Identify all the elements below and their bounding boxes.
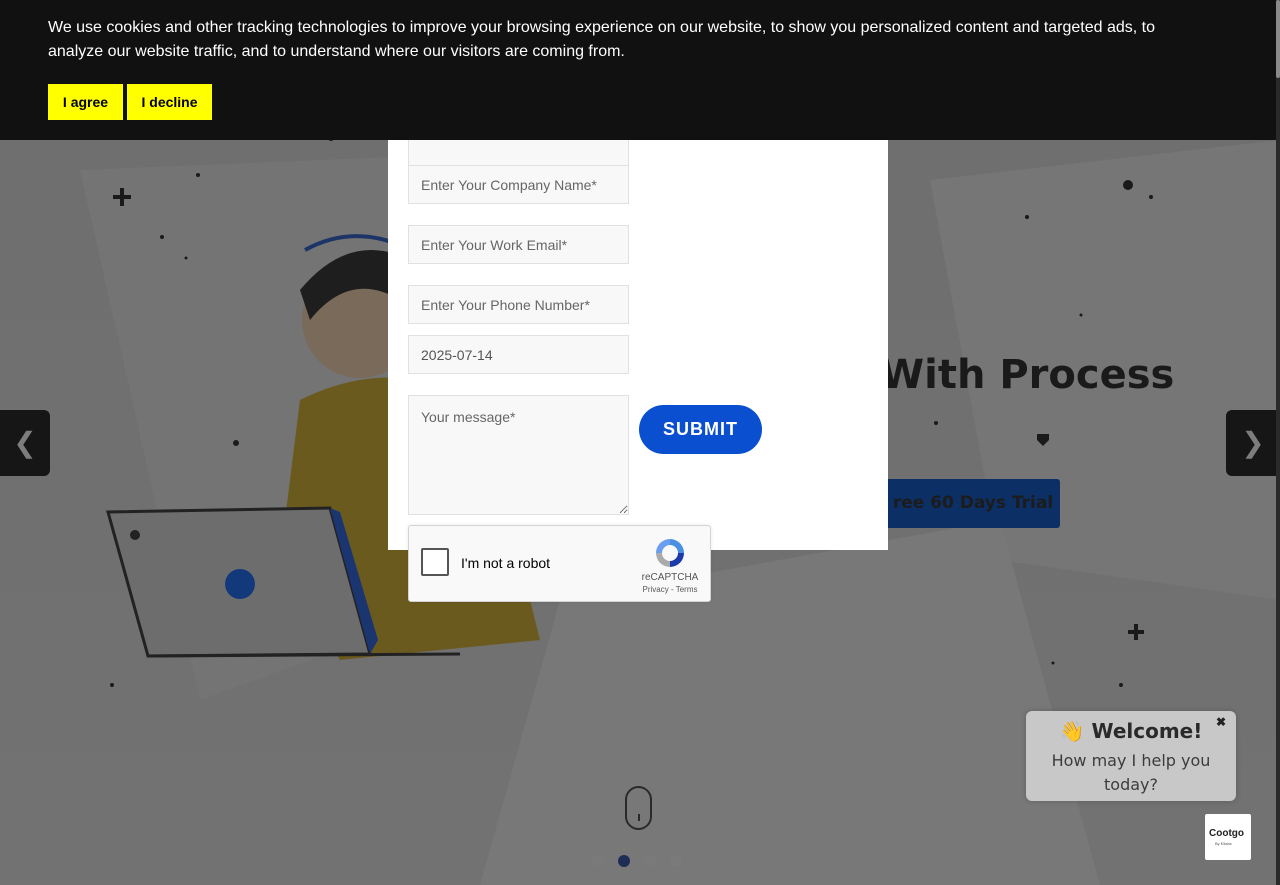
slider-dot-active[interactable]	[618, 855, 630, 867]
recaptcha-logo-icon	[656, 539, 684, 567]
page-scrollbar-thumb[interactable]	[1276, 0, 1280, 78]
chat-title: 👋 Welcome!	[1059, 719, 1203, 743]
chat-welcome-bubble[interactable]: 👋 Welcome! How may I help you today? ✖	[1026, 711, 1236, 801]
free-trial-button[interactable]: ree 60 Days Trial	[860, 479, 1060, 528]
company-name-field[interactable]	[408, 165, 629, 204]
close-icon[interactable]: ✖	[1214, 715, 1228, 729]
work-email-field[interactable]	[408, 225, 629, 264]
recaptcha-checkbox[interactable]	[421, 548, 449, 576]
slider-prev-button[interactable]: ❮	[0, 410, 50, 476]
slider-dot[interactable]	[644, 855, 656, 867]
cookie-agree-button[interactable]: I agree	[48, 84, 123, 120]
chatbot-logo: Cootgo	[1209, 828, 1244, 839]
chatbot-logo-sub: By Ellabs	[1215, 841, 1232, 846]
recaptcha-brand: reCAPTCHA	[641, 572, 699, 583]
slider-dot[interactable]	[592, 855, 604, 867]
cookie-message: We use cookies and other tracking techno…	[48, 19, 1156, 60]
slider-next-button[interactable]: ❯	[1226, 410, 1280, 476]
chat-subtitle: How may I help you today?	[1051, 751, 1211, 794]
chat-launcher-button[interactable]: Cootgo By Ellabs	[1205, 814, 1251, 860]
page-scrollbar[interactable]	[1276, 0, 1280, 885]
hero-title: With Process	[880, 352, 1175, 398]
slider-dots	[592, 855, 682, 867]
submit-button[interactable]: SUBMIT	[639, 405, 762, 454]
recaptcha-links[interactable]: Privacy - Terms	[631, 585, 709, 594]
recaptcha-label: I'm not a robot	[461, 555, 551, 571]
cookie-banner: We use cookies and other tracking techno…	[0, 0, 1276, 140]
date-field[interactable]	[408, 335, 629, 374]
slider-dot[interactable]	[670, 855, 682, 867]
recaptcha-widget: I'm not a robot reCAPTCHA Privacy - Term…	[408, 525, 711, 602]
phone-number-field[interactable]	[408, 285, 629, 324]
scroll-mouse-icon[interactable]	[625, 786, 652, 830]
cookie-decline-button[interactable]: I decline	[127, 84, 212, 120]
message-field[interactable]	[408, 395, 629, 515]
demo-request-modal: SUBMIT	[388, 120, 888, 550]
